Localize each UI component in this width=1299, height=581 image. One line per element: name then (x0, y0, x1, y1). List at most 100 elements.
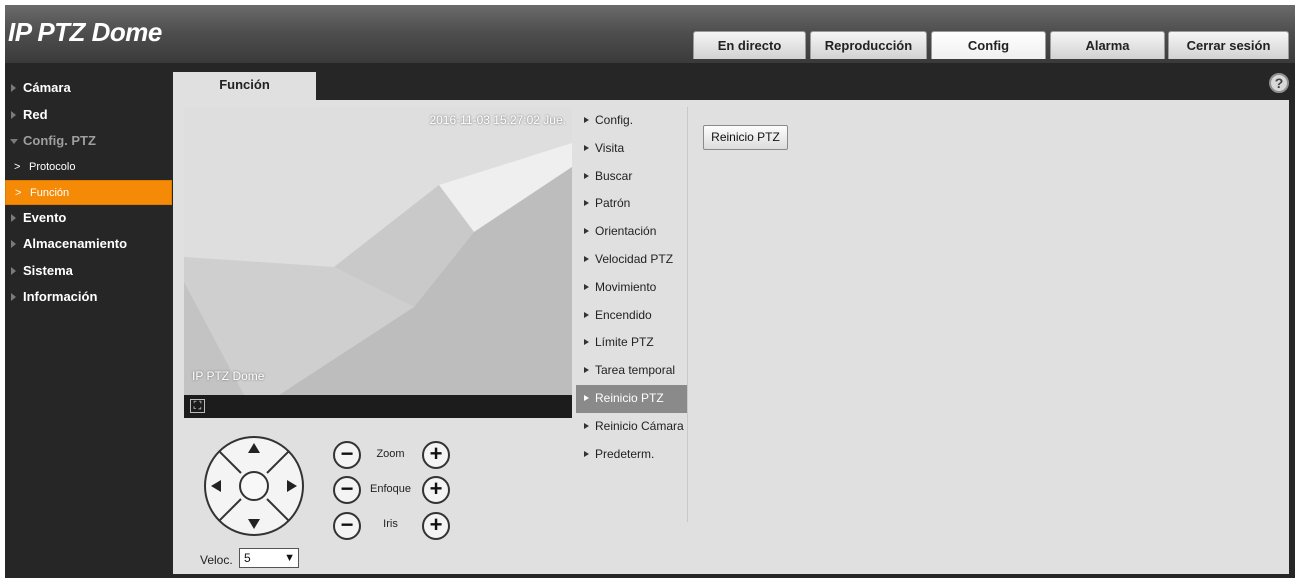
tab-alarma[interactable]: Alarma (1050, 31, 1165, 59)
menu-item-config[interactable]: Config. (576, 107, 687, 135)
product-logo: IP PTZ Dome (8, 17, 162, 47)
function-panel: 2016-11-03 15:27:02 Jue. IP PTZ Dome ⛶ −… (173, 100, 1289, 574)
sidebar: Cámara Red Config. PTZ > Protocolo > Fun… (5, 75, 172, 311)
header: IP PTZ Dome En directo Reproducción Conf… (5, 5, 1295, 63)
caret-right-icon (584, 200, 589, 207)
zoom-in-button[interactable]: + (422, 441, 450, 469)
caret-right-icon (11, 293, 16, 301)
focus-far-button[interactable]: + (422, 476, 450, 504)
menu-item-orientacion[interactable]: Orientación (576, 218, 687, 246)
menu-item-predeterm[interactable]: Predeterm. (576, 441, 687, 469)
page-tab-funcion[interactable]: Función (173, 72, 316, 100)
caret-right-icon (584, 228, 589, 235)
menu-item-tarea-temporal[interactable]: Tarea temporal (576, 357, 687, 385)
sidebar-item-sistema[interactable]: Sistema (5, 258, 172, 285)
menu-item-label: Reinicio PTZ (595, 390, 664, 405)
menu-item-buscar[interactable]: Buscar (576, 163, 687, 191)
camera-image (184, 107, 572, 395)
caret-right-icon (584, 367, 589, 374)
tab-config[interactable]: Config (931, 31, 1046, 59)
speed-value: 5 (244, 551, 251, 565)
direction-pad-graphic (204, 436, 304, 536)
focus-label: Enfoque (370, 483, 411, 495)
sidebar-item-red[interactable]: Red (5, 102, 172, 129)
ptz-function-menu: Config. Visita Buscar Patrón Orientación… (576, 107, 688, 522)
caret-down-icon (10, 139, 18, 144)
sidebar-item-label: Config. PTZ (23, 133, 96, 148)
menu-item-label: Reinicio Cámara (595, 418, 684, 433)
video-toolbar: ⛶ (184, 395, 572, 418)
caret-right-icon (11, 266, 16, 275)
app-window: IP PTZ Dome En directo Reproducción Conf… (5, 5, 1295, 578)
video-channel-title: IP PTZ Dome (192, 369, 265, 383)
sidebar-item-label: Cámara (23, 80, 71, 95)
menu-item-encendido[interactable]: Encendido (576, 302, 687, 330)
sidebar-item-label: Sistema (23, 262, 73, 278)
zoom-out-button[interactable]: − (333, 441, 361, 469)
caret-right-icon (584, 450, 589, 457)
sidebar-item-label: Almacenamiento (23, 236, 128, 251)
sidebar-subitem-protocolo[interactable]: > Protocolo (5, 155, 172, 180)
sidebar-item-informacion[interactable]: Información (5, 284, 172, 311)
sidebar-item-label: Información (23, 289, 98, 304)
iris-close-button[interactable]: − (333, 512, 361, 540)
sidebar-item-evento[interactable]: Evento (5, 205, 172, 232)
sidebar-item-camara[interactable]: Cámara (5, 75, 172, 102)
reset-ptz-button[interactable]: Reinicio PTZ (703, 125, 788, 150)
sidebar-item-almacenamiento[interactable]: Almacenamiento (5, 231, 172, 258)
caret-right-icon (584, 283, 589, 290)
menu-item-limite-ptz[interactable]: Límite PTZ (576, 329, 687, 357)
menu-item-reinicio-ptz[interactable]: Reinicio PTZ (576, 384, 687, 413)
caret-right-icon (11, 110, 16, 119)
menu-item-label: Velocidad PTZ (595, 251, 674, 266)
menu-item-movimiento[interactable]: Movimiento (576, 274, 687, 302)
content-area: Función ? 2016-11-03 15:27:02 Jue. IP PT… (173, 72, 1289, 574)
iris-open-button[interactable]: + (422, 512, 450, 540)
sidebar-subitem-funcion[interactable]: > Función (5, 179, 172, 205)
caret-right-icon (584, 311, 589, 318)
speed-select[interactable]: 5 ▼ (239, 548, 299, 568)
menu-item-label: Patrón (595, 196, 631, 211)
caret-right-icon (584, 394, 589, 401)
video-timestamp: 2016-11-03 15:27:02 Jue. (429, 113, 566, 127)
sidebar-item-config-ptz[interactable]: Config. PTZ (5, 128, 172, 155)
tab-reproduccion[interactable]: Reproducción (810, 31, 927, 59)
menu-item-label: Orientación (595, 224, 657, 239)
menu-item-label: Config. (595, 113, 634, 127)
fullscreen-icon[interactable]: ⛶ (190, 399, 205, 413)
sidebar-item-label: Evento (23, 209, 67, 225)
tab-cerrar-sesion[interactable]: Cerrar sesión (1168, 31, 1289, 59)
sidebar-subitem-label: Protocolo (29, 160, 76, 173)
caret-right-icon (584, 255, 589, 262)
menu-item-label: Visita (595, 140, 625, 155)
menu-item-label: Buscar (595, 168, 633, 183)
menu-item-label: Movimiento (595, 279, 657, 294)
caret-right-icon (11, 240, 16, 248)
menu-item-visita[interactable]: Visita (576, 135, 687, 163)
iris-label: Iris (383, 518, 398, 530)
caret-right-icon (584, 172, 589, 179)
sidebar-item-label: Red (23, 106, 48, 122)
menu-item-label: Límite PTZ (595, 335, 654, 350)
sidebar-subitem-label: Función (30, 186, 70, 199)
menu-item-label: Predeterm. (595, 446, 655, 461)
chevron-right-icon: > (15, 186, 22, 199)
menu-item-label: Encendido (595, 307, 652, 322)
caret-right-icon (584, 117, 589, 123)
caret-right-icon (11, 213, 16, 222)
zoom-label: Zoom (376, 448, 405, 460)
menu-item-velocidad-ptz[interactable]: Velocidad PTZ (576, 246, 687, 274)
menu-item-reinicio-camara[interactable]: Reinicio Cámara (576, 413, 687, 441)
help-icon[interactable]: ? (1269, 73, 1289, 93)
focus-near-button[interactable]: − (333, 476, 361, 504)
ptz-direction-pad[interactable] (203, 435, 305, 537)
caret-right-icon (584, 144, 589, 151)
live-video: 2016-11-03 15:27:02 Jue. IP PTZ Dome (184, 107, 572, 395)
speed-label: Veloc. (200, 553, 233, 567)
caret-right-icon (584, 339, 589, 346)
caret-right-icon (11, 84, 16, 92)
caret-right-icon (584, 422, 589, 429)
tab-en-directo[interactable]: En directo (693, 31, 806, 59)
menu-item-patron[interactable]: Patrón (576, 190, 687, 218)
menu-item-label: Tarea temporal (595, 363, 676, 378)
